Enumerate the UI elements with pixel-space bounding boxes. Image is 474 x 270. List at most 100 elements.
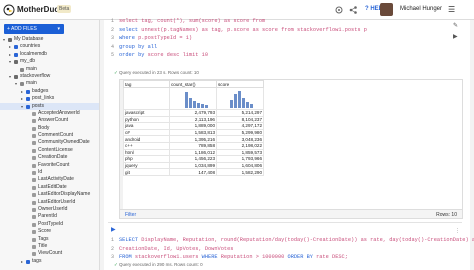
chevron-right-icon[interactable]: ▸: [21, 258, 23, 265]
tree-item[interactable]: main: [0, 66, 99, 73]
tree-item[interactable]: CommentCount: [0, 132, 99, 139]
chevron-right-icon[interactable]: ▸: [9, 51, 11, 58]
code-line[interactable]: where p.postTypeId = 1): [119, 34, 192, 42]
tree-item[interactable]: AcceptedAnswerId: [0, 110, 99, 117]
code-line[interactable]: select tag, count(*), sum(score) as scor…: [119, 17, 265, 25]
table-cell[interactable]: 147,408: [169, 168, 217, 176]
table-cell[interactable]: git: [123, 168, 170, 176]
results-table[interactable]: tag count_star() score javascript 2,479,…: [123, 80, 264, 176]
tree-item[interactable]: ▸ countries: [0, 43, 99, 50]
chevron-down-icon[interactable]: ▾: [21, 103, 23, 110]
tree-item[interactable]: ▾ main: [0, 80, 99, 87]
tree-item[interactable]: ▾ stackoverflow: [0, 73, 99, 80]
table-row[interactable]: html 1,186,012 1,859,573: [123, 148, 264, 157]
table-cell[interactable]: 2,479,793: [169, 109, 217, 117]
table-cell[interactable]: c#: [123, 128, 170, 137]
tree-item[interactable]: LastEditorUserId: [0, 199, 99, 206]
table-cell[interactable]: 1,859,573: [216, 148, 264, 157]
tree-item[interactable]: CreationDate: [0, 154, 99, 161]
tree-item[interactable]: ▾ my_db: [0, 58, 99, 65]
table-cell[interactable]: 2,113,196: [169, 115, 217, 124]
tree-item[interactable]: Tags: [0, 236, 99, 243]
table-cell[interactable]: 3,048,236: [216, 135, 264, 143]
table-cell[interactable]: html: [123, 148, 170, 157]
table-cell[interactable]: 1,604,806: [216, 161, 264, 170]
code-line[interactable]: SELECT DisplayName, Reputation, round(Re…: [119, 236, 474, 244]
table-row[interactable]: php 1,456,223 1,793,966: [123, 155, 264, 163]
table-cell[interactable]: 789,858: [169, 141, 217, 150]
chevron-right-icon[interactable]: ▸: [21, 95, 23, 102]
cell-options-icon[interactable]: ⋮: [455, 228, 460, 234]
table-cell[interactable]: python: [123, 115, 170, 124]
table-cell[interactable]: 8,104,237: [216, 115, 264, 124]
table-cell[interactable]: 4,297,172: [216, 122, 264, 130]
tree-item[interactable]: AnswerCount: [0, 117, 99, 124]
tree-item[interactable]: Score: [0, 228, 99, 235]
table-row[interactable]: git 147,408 1,582,290: [123, 168, 264, 176]
tree-item[interactable]: ViewCount: [0, 250, 99, 257]
tree-item[interactable]: ContentLicense: [0, 147, 99, 154]
table-row[interactable]: javascript 2,479,793 5,214,297: [123, 109, 264, 117]
tree-item[interactable]: PostTypeId: [0, 221, 99, 228]
table-cell[interactable]: 1,395,216: [169, 135, 217, 143]
table-cell[interactable]: c++: [123, 141, 170, 150]
table-cell[interactable]: 5,299,980: [216, 128, 264, 137]
table-cell[interactable]: 1,583,813: [169, 128, 217, 137]
tree-item[interactable]: ParentId: [0, 213, 99, 220]
column-header-score[interactable]: score: [216, 80, 264, 88]
table-cell[interactable]: android: [123, 135, 170, 143]
chevron-down-icon[interactable]: ▾: [15, 80, 17, 87]
add-files-button[interactable]: + ADD FILES ▾: [4, 24, 64, 34]
table-row[interactable]: c++ 789,858 2,198,022: [123, 141, 264, 150]
table-row[interactable]: jquery 1,034,899 1,604,806: [123, 161, 264, 170]
table-row[interactable]: c# 1,583,813 5,299,980: [123, 128, 264, 137]
table-row[interactable]: java 1,889,000 4,297,172: [123, 122, 264, 130]
table-row[interactable]: python 2,113,196 8,104,237: [123, 115, 264, 124]
table-cell[interactable]: 1,456,223: [169, 155, 217, 163]
tree-item[interactable]: ▸ tags: [0, 258, 99, 265]
chevron-right-icon[interactable]: ▸: [9, 43, 11, 50]
chevron-down-icon[interactable]: ▾: [9, 58, 11, 65]
table-cell[interactable]: 1,793,966: [216, 155, 264, 163]
chevron-right-icon[interactable]: ▸: [21, 88, 23, 95]
tree-item[interactable]: CommunityOwnedDate: [0, 139, 99, 146]
tree-item[interactable]: LastEditDate: [0, 184, 99, 191]
tree-item[interactable]: Title: [0, 243, 99, 250]
tree-item[interactable]: LastActivityDate: [0, 176, 99, 183]
table-row[interactable]: android 1,395,216 3,048,236: [123, 135, 264, 143]
edit-icon[interactable]: ✎: [453, 22, 458, 29]
table-cell[interactable]: 1,034,899: [169, 161, 217, 170]
settings-icon[interactable]: [334, 5, 344, 15]
tree-item[interactable]: Id: [0, 169, 99, 176]
filter-button[interactable]: Filter: [125, 212, 136, 218]
table-cell[interactable]: 1,889,000: [169, 122, 217, 130]
table-cell[interactable]: 5,214,297: [216, 109, 264, 117]
code-line[interactable]: FROM stackoverflow1.users WHERE Reputati…: [119, 253, 348, 261]
tree-item[interactable]: ▸ badges: [0, 88, 99, 95]
code-line[interactable]: CreationDate, Id, UpVotes, DownVotes: [119, 245, 233, 253]
table-cell[interactable]: 2,198,022: [216, 141, 264, 150]
column-header-tag[interactable]: tag: [123, 80, 170, 88]
tree-item[interactable]: LastEditorDisplayName: [0, 191, 99, 198]
chevron-down-icon[interactable]: ▾: [3, 36, 5, 43]
tree-item[interactable]: ▾ posts: [0, 102, 99, 110]
avatar[interactable]: [380, 3, 393, 16]
table-cell[interactable]: 1,186,012: [169, 148, 217, 157]
tree-item[interactable]: FavoriteCount: [0, 162, 99, 169]
tree-item[interactable]: Body: [0, 125, 99, 132]
code-line[interactable]: order by score desc limit 10: [119, 51, 208, 59]
results-grid[interactable]: tag count_star() score javascript 2,479,…: [119, 79, 463, 219]
menu-icon[interactable]: ☰: [448, 5, 455, 14]
user-name[interactable]: Michael Hunger: [400, 6, 442, 12]
run-icon[interactable]: ▶: [453, 33, 458, 40]
tree-item[interactable]: ▾ My Database: [0, 36, 99, 43]
code-line[interactable]: select unnest(p.tagNames) as tag, p.scor…: [119, 26, 367, 34]
run-cell-button[interactable]: ▶: [111, 226, 116, 233]
column-header-count[interactable]: count_star(): [169, 80, 217, 88]
table-cell[interactable]: javascript: [123, 109, 170, 117]
chevron-down-icon[interactable]: ▾: [9, 73, 11, 80]
tree-item[interactable]: OwnerUserId: [0, 206, 99, 213]
table-cell[interactable]: php: [123, 155, 170, 163]
tree-item[interactable]: ▸ localmemdb: [0, 51, 99, 58]
tree-item[interactable]: ▸ post_links: [0, 95, 99, 102]
